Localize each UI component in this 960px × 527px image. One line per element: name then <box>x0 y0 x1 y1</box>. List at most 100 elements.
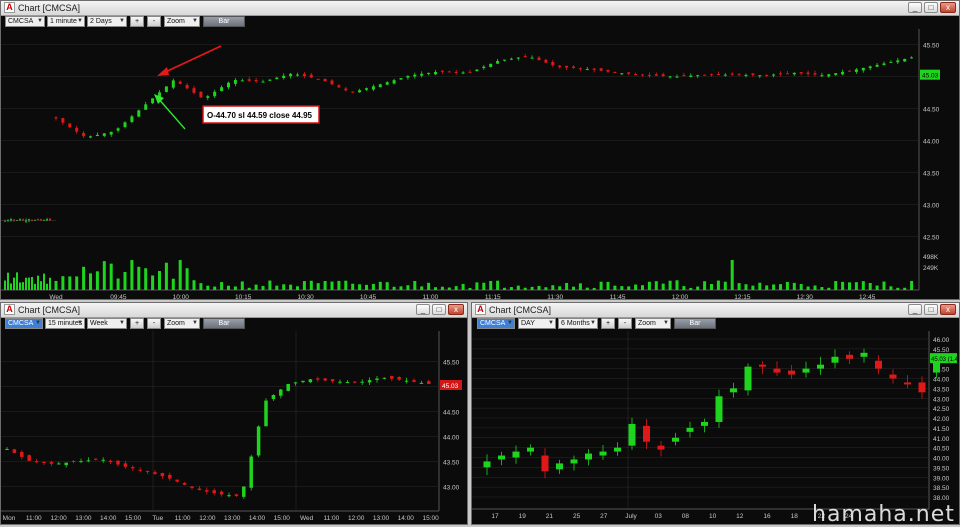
close-button[interactable]: x <box>448 304 464 315</box>
candle-down <box>353 381 357 383</box>
candle-up <box>910 57 914 59</box>
candle-down <box>703 74 707 76</box>
zoom-select[interactable]: Zoom ▼ <box>164 16 200 27</box>
candle-up <box>360 381 364 383</box>
close-button[interactable]: x <box>940 304 956 315</box>
volume-bar <box>565 282 569 290</box>
maximize-button[interactable]: □ <box>924 2 938 13</box>
volume-bar <box>68 276 72 290</box>
chevron-down-icon: ▼ <box>77 320 83 326</box>
weekly-15min-chart[interactable]: 45.5045.0044.5044.0043.5043.00Mon11:0012… <box>1 331 467 524</box>
candle-up <box>249 456 253 488</box>
volume-bar <box>434 287 437 290</box>
volume-bar <box>192 280 196 290</box>
zoom-out-button[interactable]: - <box>618 318 632 329</box>
chevron-down-icon: ▼ <box>663 320 669 326</box>
candle-up <box>413 74 417 77</box>
window-titlebar[interactable]: A Chart [CMCSA] _ □ x <box>1 1 959 16</box>
range-select[interactable]: 2 Days ▼ <box>87 16 127 27</box>
bar-type-button[interactable]: Bar <box>203 318 245 329</box>
candle-down <box>49 218 51 221</box>
candle-down <box>848 70 851 72</box>
volume-bar <box>509 287 513 290</box>
candle-up <box>827 74 831 77</box>
zoom-in-button[interactable]: + <box>130 16 144 27</box>
candle-up <box>419 382 424 384</box>
candle-down <box>192 88 196 93</box>
interval-select[interactable]: 15 minutes ▼ <box>45 318 85 329</box>
volume-bar <box>868 283 872 290</box>
candle-down <box>710 74 713 76</box>
zoom-in-button[interactable]: + <box>601 318 615 329</box>
candle-down <box>454 71 458 73</box>
time-tick-label: 10:45 <box>360 294 377 299</box>
close-button[interactable]: x <box>940 2 956 13</box>
candle-down <box>730 73 734 75</box>
intraday-chart[interactable]: 45.5045.0044.5044.0043.5043.0042.50Wed09… <box>1 29 959 299</box>
interval-select[interactable]: DAY ▼ <box>518 318 556 329</box>
volume-bar <box>489 280 493 290</box>
minimize-button[interactable]: _ <box>908 304 922 315</box>
zoom-out-button[interactable]: - <box>147 16 161 27</box>
candle-up <box>233 79 237 84</box>
zoom-out-button[interactable]: - <box>147 318 161 329</box>
candle-up <box>109 131 113 135</box>
volume-bar <box>716 280 720 290</box>
volume-bar <box>654 281 658 290</box>
candle-down <box>551 61 555 66</box>
candle-up <box>516 57 520 59</box>
candle-up <box>482 66 486 69</box>
time-tick-label: 12:30 <box>797 294 814 299</box>
candle-up <box>227 495 231 497</box>
candle-down <box>440 70 444 72</box>
symbol-select[interactable]: CMCSA ▼ <box>477 318 515 329</box>
zoom-select[interactable]: Zoom ▼ <box>164 318 200 329</box>
price-tick-label: 44.00 <box>933 377 950 384</box>
maximize-button[interactable]: □ <box>924 304 938 315</box>
symbol-select[interactable]: CMCSA ▼ <box>5 16 45 27</box>
volume-bar <box>696 286 700 290</box>
price-tick-label: 39.00 <box>933 475 950 482</box>
time-tick-label: 12:00 <box>672 294 689 299</box>
candle-down <box>131 467 135 469</box>
volume-bar <box>703 281 707 290</box>
volume-bar <box>620 286 624 290</box>
range-select[interactable]: 6 Months ▼ <box>558 318 598 329</box>
candle-down <box>185 84 189 89</box>
candle-down <box>606 69 610 72</box>
volume-bar <box>49 277 51 290</box>
bar-type-button[interactable]: Bar <box>674 318 716 329</box>
candle-down <box>145 470 150 472</box>
volume-bar <box>289 284 293 290</box>
candle-down <box>578 68 582 70</box>
window-titlebar[interactable]: A Chart [CMCSA] _ □ x <box>1 303 467 318</box>
zoom-select[interactable]: Zoom ▼ <box>635 318 671 329</box>
volume-bar <box>468 287 472 290</box>
minimize-button[interactable]: _ <box>416 304 430 315</box>
symbol-select[interactable]: CMCSA ▼ <box>5 318 43 329</box>
candle-down <box>123 463 128 467</box>
price-tick-label: 43.00 <box>443 485 460 492</box>
bar-type-button[interactable]: Bar <box>203 16 245 27</box>
interval-select[interactable]: 1 minute ▼ <box>47 16 85 27</box>
daily-chart[interactable]: 46.0045.5045.0044.5044.0043.5043.0042.50… <box>472 331 959 524</box>
volume-bar <box>799 284 803 290</box>
zoom-in-button[interactable]: + <box>130 318 144 329</box>
candle-up <box>668 76 672 78</box>
volume-bar <box>351 283 355 290</box>
volume-bar <box>275 285 279 290</box>
time-tick-label: 25 <box>573 513 581 520</box>
volume-bar <box>144 268 148 290</box>
candle-up <box>585 453 592 460</box>
candle-up <box>151 98 155 104</box>
window-titlebar[interactable]: A Chart [CMCSA] _ □ x <box>472 303 959 318</box>
candle-up <box>275 77 279 80</box>
minimize-button[interactable]: _ <box>908 2 922 13</box>
candle-down <box>544 59 548 63</box>
range-select[interactable]: Week ▼ <box>87 318 127 329</box>
candle-up <box>240 80 244 82</box>
volume-bar <box>641 285 644 290</box>
candle-up <box>672 437 679 442</box>
maximize-button[interactable]: □ <box>432 304 446 315</box>
volume-bar <box>82 266 86 290</box>
